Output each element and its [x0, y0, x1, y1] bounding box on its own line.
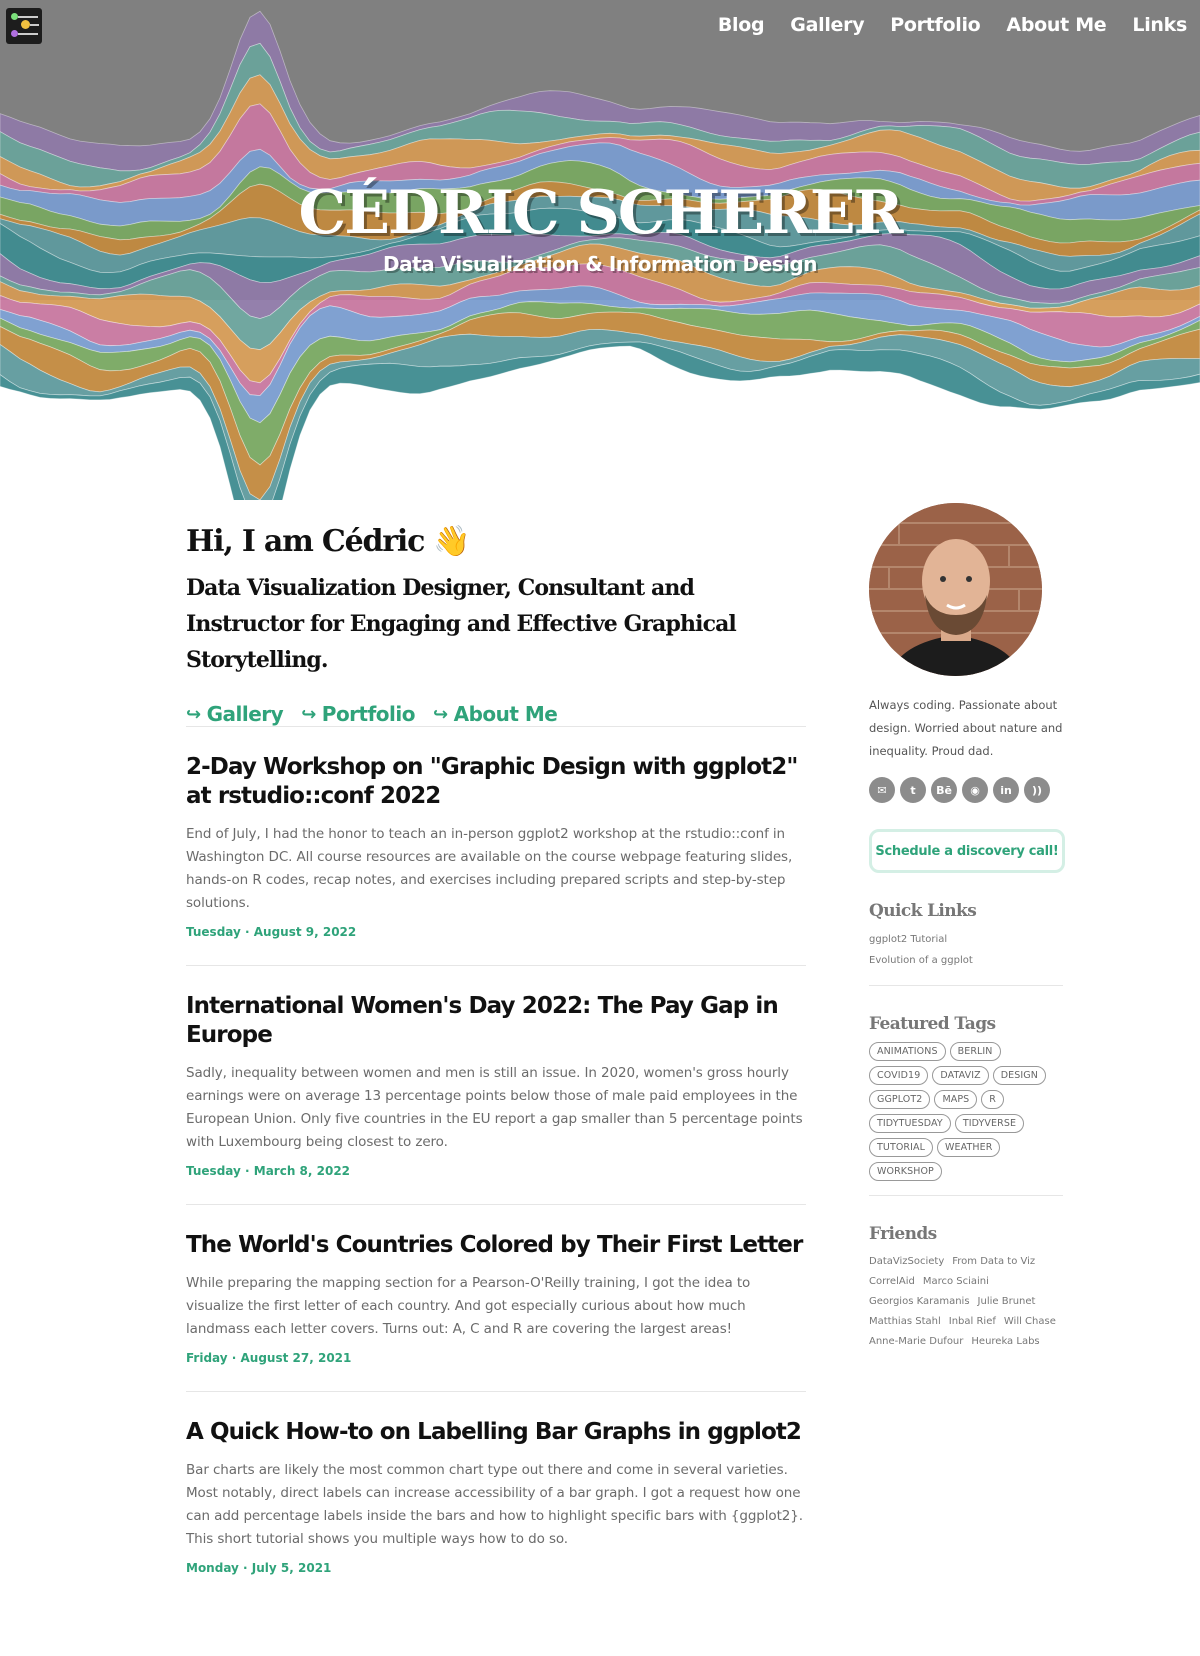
post-date: Tuesday · August 9, 2022: [186, 925, 357, 939]
site-title: CÉDRIC SCHERER: [298, 178, 903, 248]
main-column: Hi, I am Cédric 👋 Data Visualization Des…: [186, 520, 806, 1601]
arrow-hook-icon: ↪: [301, 703, 316, 725]
intro-link-portfolio[interactable]: ↪ Portfolio: [301, 702, 415, 726]
sidebar-divider: [869, 1195, 1063, 1196]
twitter-icon[interactable]: t: [900, 777, 926, 803]
post-title[interactable]: A Quick How-to on Labelling Bar Graphs i…: [186, 1418, 806, 1447]
profile-photo: [869, 503, 1042, 676]
quick-link[interactable]: ggplot2 Tutorial: [869, 929, 1063, 950]
intro-link-label: About Me: [453, 702, 558, 726]
hero-header: Blog Gallery Portfolio About Me Links CÉ…: [0, 0, 1200, 500]
arrow-hook-icon: ↪: [433, 703, 448, 725]
friend-link[interactable]: CorrelAid: [869, 1272, 915, 1292]
post-title[interactable]: 2-Day Workshop on "Graphic Design with g…: [186, 753, 806, 811]
tag-chip[interactable]: BERLIN: [949, 1042, 1001, 1061]
profile-photo-illustration: [869, 503, 1042, 676]
quick-link[interactable]: Evolution of a ggplot: [869, 950, 1063, 971]
friends-heading: Friends: [869, 1224, 937, 1244]
greeting-heading: Hi, I am Cédric 👋: [186, 520, 806, 564]
friend-link[interactable]: Julie Brunet: [978, 1292, 1036, 1312]
post-title[interactable]: The World's Countries Colored by Their F…: [186, 1231, 806, 1260]
post-summary: Sadly, inequality between women and men …: [186, 1065, 803, 1150]
top-nav: Blog Gallery Portfolio About Me Links: [705, 14, 1200, 36]
friend-link[interactable]: DataVizSociety: [869, 1252, 944, 1272]
tag-chip[interactable]: MAPS: [934, 1090, 978, 1109]
bio-text: Always coding. Passionate about design. …: [869, 698, 1063, 758]
github-icon[interactable]: ◉: [962, 777, 988, 803]
post-date: Monday · July 5, 2021: [186, 1561, 332, 1575]
sidebar-divider: [869, 985, 1063, 986]
tag-chip[interactable]: WEATHER: [937, 1138, 1001, 1157]
quick-links-heading: Quick Links: [869, 901, 977, 921]
tag-chip[interactable]: ANIMATIONS: [869, 1042, 946, 1061]
discovery-call-button[interactable]: Schedule a discovery call!: [869, 829, 1065, 873]
linkedin-icon[interactable]: in: [993, 777, 1019, 803]
nav-links[interactable]: Links: [1119, 14, 1200, 36]
intro-link-label: Portfolio: [321, 702, 416, 726]
post-date: Tuesday · March 8, 2022: [186, 1164, 351, 1178]
tagline: Data Visualization Designer, Consultant …: [186, 575, 737, 673]
intro-link-gallery[interactable]: ↪ Gallery: [186, 702, 284, 726]
friend-link[interactable]: Will Chase: [1004, 1312, 1056, 1332]
friend-link[interactable]: From Data to Viz: [952, 1252, 1035, 1272]
tag-chip[interactable]: TUTORIAL: [869, 1138, 934, 1157]
rss-icon[interactable]: )): [1024, 777, 1050, 803]
friend-link[interactable]: Heureka Labs: [971, 1332, 1039, 1352]
post-summary: While preparing the mapping section for …: [186, 1275, 751, 1337]
nav-gallery[interactable]: Gallery: [777, 14, 877, 36]
nav-blog[interactable]: Blog: [705, 14, 777, 36]
email-icon[interactable]: ✉: [869, 777, 895, 803]
tag-chip[interactable]: COVID19: [869, 1066, 929, 1085]
friend-link[interactable]: Marco Sciaini: [923, 1272, 989, 1292]
tag-chip[interactable]: WORKSHOP: [869, 1162, 942, 1181]
post-date: Friday · August 27, 2021: [186, 1351, 352, 1365]
intro-link-about-me[interactable]: ↪ About Me: [433, 702, 558, 726]
tag-list: ANIMATIONS BERLIN COVID19 DATAVIZ DESIGN…: [869, 1042, 1063, 1181]
greeting-text: Hi, I am Cédric: [186, 524, 425, 559]
wave-emoji-icon: 👋: [433, 524, 470, 559]
post-summary: Bar charts are likely the most common ch…: [186, 1462, 803, 1547]
behance-icon[interactable]: Bē: [931, 777, 957, 803]
tag-chip[interactable]: R: [981, 1090, 1004, 1109]
featured-tags-heading: Featured Tags: [869, 1014, 996, 1034]
tag-chip[interactable]: GGPLOT2: [869, 1090, 931, 1109]
nav-about-me[interactable]: About Me: [993, 14, 1119, 36]
post-preview: The World's Countries Colored by Their F…: [186, 1204, 806, 1391]
post-title[interactable]: International Women's Day 2022: The Pay …: [186, 992, 806, 1050]
tag-chip[interactable]: TIDYTUESDAY: [869, 1114, 951, 1133]
friend-link[interactable]: Inbal Rief: [949, 1312, 996, 1332]
friends-list: DataVizSociety From Data to Viz CorrelAi…: [869, 1252, 1063, 1352]
post-preview: 2-Day Workshop on "Graphic Design with g…: [186, 726, 806, 965]
tag-chip[interactable]: DATAVIZ: [932, 1066, 989, 1085]
quick-links-list: ggplot2 Tutorial Evolution of a ggplot: [869, 929, 1063, 971]
tag-chip[interactable]: TIDYVERSE: [954, 1114, 1025, 1133]
tag-chip[interactable]: DESIGN: [992, 1066, 1046, 1085]
intro-links: ↪ Gallery ↪ Portfolio ↪ About Me: [186, 702, 806, 726]
nav-portfolio[interactable]: Portfolio: [877, 14, 993, 36]
streamgraph-banner: [0, 0, 1200, 500]
social-links: ✉ t Bē ◉ in )): [869, 777, 1063, 803]
friend-link[interactable]: Matthias Stahl: [869, 1312, 941, 1332]
site-subtitle: Data Visualization & Information Design: [382, 252, 818, 276]
post-preview: A Quick How-to on Labelling Bar Graphs i…: [186, 1391, 806, 1601]
site-logo[interactable]: [6, 8, 42, 44]
post-preview: International Women's Day 2022: The Pay …: [186, 965, 806, 1204]
arrow-hook-icon: ↪: [186, 703, 201, 725]
post-summary: End of July, I had the honor to teach an…: [186, 826, 793, 911]
intro-link-label: Gallery: [206, 702, 284, 726]
friend-link[interactable]: Anne-Marie Dufour: [869, 1332, 963, 1352]
sidebar: Always coding. Passionate about design. …: [869, 503, 1065, 1352]
friend-link[interactable]: Georgios Karamanis: [869, 1292, 970, 1312]
